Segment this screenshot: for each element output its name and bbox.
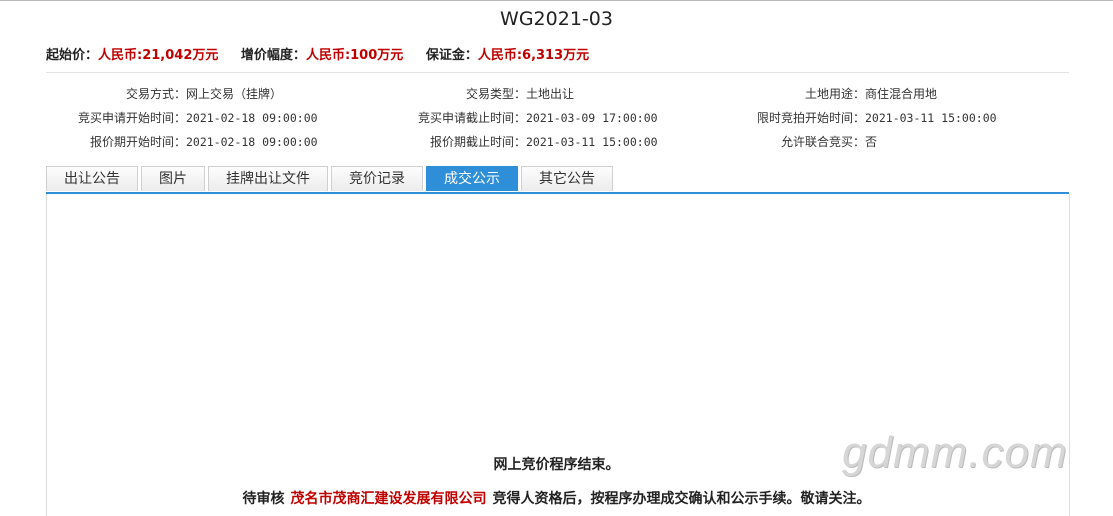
info-row: 限时竞拍开始时间：2021-03-11 15:00:00: [725, 106, 997, 130]
info-column-3: 土地用途：商住混合用地 限时竞拍开始时间：2021-03-11 15:00:00…: [725, 82, 997, 154]
info-key: 允许联合竞买：: [780, 135, 865, 149]
info-key: 竞买申请开始时间：: [77, 111, 186, 125]
info-row: 竞买申请截止时间：2021-03-09 17:00:00: [386, 106, 658, 130]
info-value: 2021-03-11 15:00:00: [526, 135, 658, 149]
result-message: 待审核 茂名市茂商汇建设发展有限公司 竞得人资格后，按程序办理成交确认和公示手续。敬…: [0, 488, 1113, 508]
tab-transaction-notice[interactable]: 成交公示: [426, 166, 518, 191]
result-prefix: 待审核: [242, 491, 285, 507]
info-key: 竞买申请截止时间：: [417, 111, 526, 125]
winning-company: 茂名市茂商汇建设发展有限公司: [290, 491, 487, 507]
page-title: WG2021-03: [500, 8, 613, 30]
info-value: 2021-02-18 09:00:00: [186, 135, 318, 149]
increment-label: 增价幅度：: [240, 48, 306, 63]
start-price-value: 人民币:21,042万元: [98, 48, 219, 63]
info-value: 否: [865, 135, 878, 149]
tab-other-notices[interactable]: 其它公告: [521, 166, 613, 191]
info-value: 网上交易（挂牌）: [186, 87, 283, 101]
info-row: 竞买申请开始时间：2021-02-18 09:00:00: [46, 106, 318, 130]
info-value: 土地出让: [526, 87, 575, 101]
tab-strip: 出让公告 图片 挂牌出让文件 竞价记录 成交公示 其它公告: [46, 166, 616, 192]
info-value: 2021-03-11 15:00:00: [865, 111, 997, 125]
info-value: 商住混合用地: [865, 87, 938, 101]
tab-images[interactable]: 图片: [141, 166, 205, 191]
info-key: 报价期开始时间：: [89, 135, 186, 149]
deposit-value: 人民币:6,313万元: [477, 48, 590, 63]
info-row: 交易方式：网上交易（挂牌）: [46, 82, 318, 106]
info-value: 2021-03-09 17:00:00: [526, 111, 658, 125]
info-key: 交易类型：: [465, 87, 526, 101]
info-key: 限时竞拍开始时间：: [756, 111, 865, 125]
info-column-2: 交易类型：土地出让 竞买申请截止时间：2021-03-09 17:00:00 报…: [386, 82, 658, 154]
page: WG2021-03 起始价：人民币:21,042万元 增价幅度：人民币:100万…: [0, 0, 1113, 516]
header-divider: [46, 72, 1069, 73]
info-key: 土地用途：: [804, 87, 865, 101]
price-summary: 起始价：人民币:21,042万元 增价幅度：人民币:100万元 保证金：人民币:…: [46, 44, 607, 63]
start-price-label: 起始价：: [46, 48, 99, 63]
info-key: 交易方式：: [125, 87, 186, 101]
info-row: 报价期开始时间：2021-02-18 09:00:00: [46, 130, 318, 154]
info-row: 允许联合竞买：否: [725, 130, 997, 154]
tab-bid-records[interactable]: 竞价记录: [331, 166, 423, 191]
tab-notice[interactable]: 出让公告: [46, 166, 138, 191]
top-divider: [0, 0, 1113, 1]
info-row: 交易类型：土地出让: [386, 82, 658, 106]
info-key: 报价期截止时间：: [429, 135, 526, 149]
increment-value: 人民币:100万元: [305, 48, 404, 63]
info-value: 2021-02-18 09:00:00: [186, 111, 318, 125]
info-column-1: 交易方式：网上交易（挂牌） 竞买申请开始时间：2021-02-18 09:00:…: [46, 82, 318, 154]
tab-listing-documents[interactable]: 挂牌出让文件: [208, 166, 328, 191]
info-row: 报价期截止时间：2021-03-11 15:00:00: [386, 130, 658, 154]
site-watermark: gdmm.com: [842, 428, 1068, 477]
info-row: 土地用途：商住混合用地: [725, 82, 997, 106]
result-suffix: 竞得人资格后，按程序办理成交确认和公示手续。敬请关注。: [492, 491, 871, 507]
deposit-label: 保证金：: [425, 48, 478, 63]
